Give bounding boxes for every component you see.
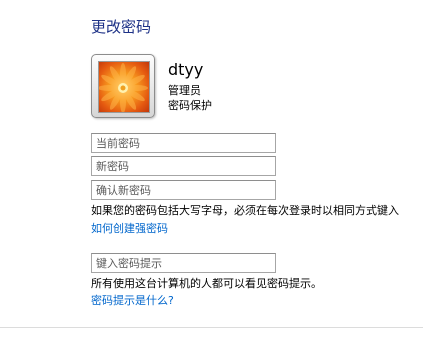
flower-icon	[98, 61, 150, 113]
password-hint-input[interactable]	[91, 253, 276, 273]
password-status: 密码保护	[168, 99, 212, 112]
hint-visibility-text: 所有使用这台计算机的人都可以看见密码提示。	[91, 277, 322, 290]
footer-divider	[0, 327, 423, 328]
page-title: 更改密码	[91, 18, 152, 36]
caps-warning-text: 如果您的密码包括大写字母，必须在每次登录时以相同方式键入	[91, 204, 399, 217]
confirm-password-input[interactable]	[91, 180, 276, 200]
user-role: 管理员	[168, 84, 201, 97]
current-password-input[interactable]	[91, 133, 276, 153]
user-name: dtyy	[168, 60, 204, 79]
new-password-input[interactable]	[91, 156, 276, 176]
user-avatar	[91, 54, 155, 118]
password-hint-help-link[interactable]: 密码提示是什么?	[91, 292, 174, 308]
strong-password-link[interactable]: 如何创建强密码	[91, 220, 168, 236]
